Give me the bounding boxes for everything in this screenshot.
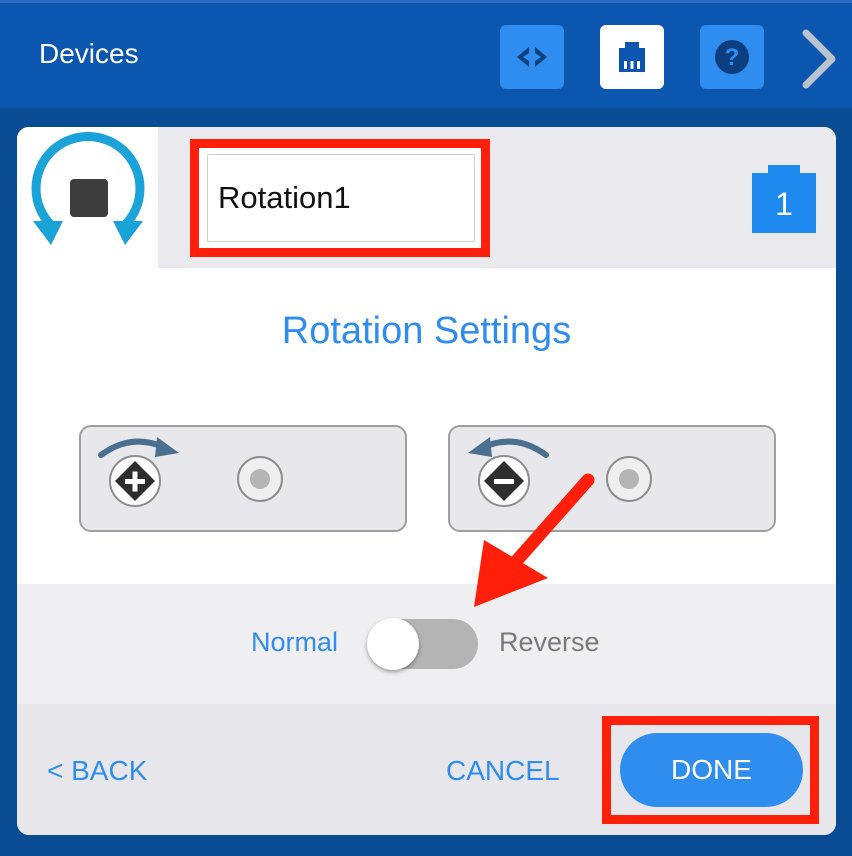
device-name-highlight [190, 139, 490, 257]
cancel-button[interactable]: CANCEL [446, 755, 560, 787]
code-brackets-icon [517, 47, 547, 67]
reverse-label: Reverse [499, 627, 600, 657]
port-view-button[interactable] [600, 25, 664, 89]
device-name-input[interactable] [207, 154, 475, 242]
direction-toggle-switch[interactable] [367, 618, 478, 670]
device-header: 1 [17, 127, 836, 268]
port-number: 1 [775, 186, 793, 222]
device-icon-panel [17, 127, 158, 268]
done-button[interactable]: DONE [620, 733, 803, 807]
port-icon [619, 42, 645, 72]
radio-button-forward[interactable] [235, 454, 285, 504]
port-badge: 1 [752, 165, 816, 233]
reverse-option-card[interactable] [448, 425, 776, 532]
rotation-sensor-icon [31, 132, 145, 245]
help-icon: ? [715, 40, 749, 74]
rotate-reverse-minus-icon [468, 437, 549, 507]
done-highlight: DONE [602, 716, 819, 824]
svg-text:?: ? [725, 44, 740, 71]
normal-label: Normal [251, 627, 339, 657]
top-bar: Devices ? [0, 0, 852, 108]
rotate-forward-plus-icon [98, 437, 179, 507]
radio-button-reverse[interactable] [604, 454, 654, 504]
forward-option-card[interactable] [79, 425, 407, 532]
chevron-right-icon[interactable] [796, 27, 846, 91]
help-button[interactable]: ? [700, 25, 764, 89]
device-config-card: 1 Rotation Settings Norm [17, 127, 836, 835]
code-view-button[interactable] [500, 25, 564, 89]
section-title: Rotation Settings [281, 310, 572, 352]
page-title: Devices [39, 38, 139, 69]
toggle-knob[interactable] [367, 618, 419, 670]
back-button[interactable]: < BACK [47, 755, 147, 787]
